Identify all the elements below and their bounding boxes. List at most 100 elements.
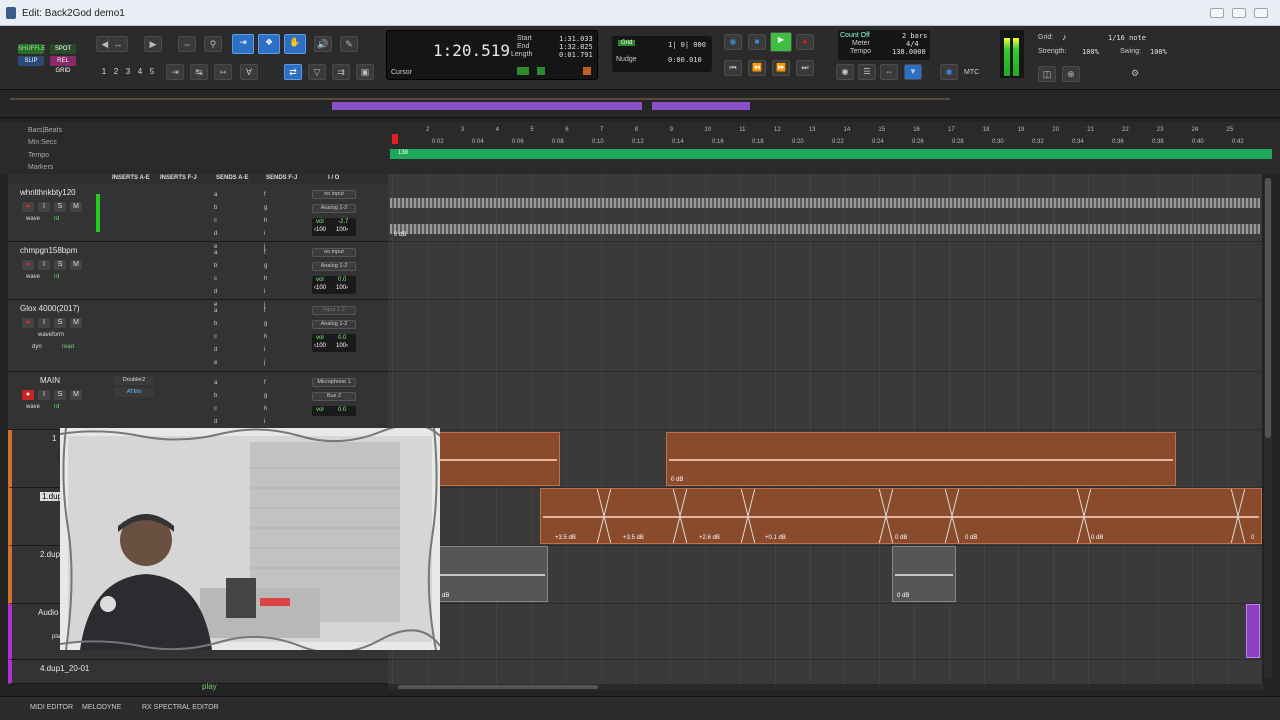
zoom-preset-4[interactable]: 4 [134, 66, 146, 78]
input-monitor-button[interactable]: I [38, 202, 50, 212]
crossfade[interactable] [879, 489, 893, 543]
track-name[interactable]: chmpgn158bpm [20, 246, 77, 255]
play-icon[interactable]: ▶ [770, 32, 792, 52]
send-slot-ae[interactable]: c [214, 218, 217, 224]
playhead-marker-icon[interactable] [392, 134, 398, 144]
main-counter[interactable]: 1:20.519 Start End Length 1:31.033 1:32.… [386, 30, 598, 80]
track-header[interactable]: chmpgn158bpm ● I S M wave rd no input An… [8, 242, 388, 300]
scroll-thumb[interactable] [1265, 178, 1271, 438]
automation-follow-icon[interactable]: ⇉ [332, 64, 350, 80]
mute-button[interactable]: M [70, 260, 82, 270]
output-selector[interactable]: Bus 2 [312, 392, 356, 401]
track-lane[interactable] [388, 300, 1262, 372]
zoom-preset-3[interactable]: 3 [122, 66, 134, 78]
input-monitor-button[interactable]: I [38, 260, 50, 270]
clip-gain[interactable]: 0 dB [965, 535, 977, 541]
start-value[interactable]: 1:31.033 [559, 35, 593, 43]
grid-value[interactable]: 1| 0| 000 [668, 41, 706, 49]
send-slot-ae[interactable]: c [214, 276, 217, 282]
return-to-zero-icon[interactable]: ⏮ [724, 60, 742, 76]
mute-button[interactable]: M [70, 202, 82, 212]
clip-gain[interactable]: 0 dB [1091, 535, 1103, 541]
fast-forward-icon[interactable]: ⏩ [772, 60, 790, 76]
meter-value[interactable]: 4/4 [906, 40, 919, 48]
edit-window-tracks[interactable]: 0 dB 0 dB +3.5 dB +3.5 dB +2.6 dB +0.1 d… [388, 174, 1262, 684]
send-slot-ae[interactable]: c [214, 406, 217, 412]
insert-slot-2[interactable]: ATEfx [114, 388, 154, 397]
pan-right[interactable]: 100› [336, 227, 348, 233]
send-slot-ae[interactable]: a [214, 250, 217, 256]
audio-clip[interactable]: 0 dB [432, 546, 548, 602]
clip-gain[interactable]: 0 dB [895, 535, 907, 541]
crossfade[interactable] [597, 489, 611, 543]
send-slot-fj[interactable]: i [264, 289, 265, 295]
close-button[interactable] [1254, 8, 1268, 18]
count-meter-tempo[interactable]: Count Off 2 bars Meter 4/4 Tempo 138.000… [838, 30, 930, 60]
io-header[interactable]: I / O [328, 175, 339, 181]
track-view[interactable]: waveform [38, 332, 64, 338]
minimize-button[interactable] [1210, 8, 1224, 18]
end-value[interactable]: 1:32.825 [559, 43, 593, 51]
send-slot-ae[interactable]: b [214, 393, 217, 399]
track-name[interactable]: 4.dup1_20-01 [40, 664, 89, 673]
send-slot-fj[interactable]: f [264, 308, 266, 314]
nudge-value[interactable]: 0:00.010 [668, 56, 702, 64]
vol-value[interactable]: 0.0 [338, 277, 346, 283]
vol-value[interactable]: -2.7 [338, 219, 348, 225]
track-view[interactable]: wave [26, 404, 40, 410]
tempo-lane[interactable] [390, 149, 1272, 159]
volume-pan-box[interactable]: vol 0.0 ‹100 100› [312, 334, 356, 352]
clip-gain[interactable]: +3.5 dB [623, 535, 644, 541]
send-slot-ae[interactable]: d [214, 289, 217, 295]
send-slot-fj[interactable]: h [264, 406, 267, 412]
track-lane[interactable] [388, 372, 1262, 430]
wait-for-note-icon[interactable]: ▼ [904, 64, 922, 80]
track-lane[interactable]: 0 dB 0 dB [388, 546, 1262, 604]
zoom-fit-icon[interactable]: ⊕ [1062, 66, 1080, 82]
crossfade[interactable] [1077, 489, 1091, 543]
vol-value[interactable]: 0.0 [338, 335, 346, 341]
zoom-preset-1[interactable]: 1 [98, 66, 110, 78]
record-icon[interactable]: ● [796, 34, 814, 50]
zoomer-tool-icon[interactable]: ⚲ [204, 36, 222, 52]
mute-button[interactable]: M [70, 390, 82, 400]
volume-pan-box[interactable]: vol 0.0 ‹100 100› [312, 276, 356, 294]
record-arm-button[interactable]: ● [22, 260, 34, 270]
tempo-marker[interactable]: 138 [398, 150, 408, 156]
rewind-icon[interactable]: ⏪ [748, 60, 766, 76]
solo-button[interactable]: S [54, 318, 66, 328]
grid-nudge-box[interactable]: Grid 1| 0| 000 Nudge 0:00.010 [612, 36, 712, 72]
send-slot-ae[interactable]: c [214, 334, 217, 340]
input-selector[interactable]: Input 1-2 [312, 306, 356, 315]
input-selector[interactable]: Microphone 1 [312, 378, 356, 387]
tempo-value[interactable]: 138.0000 [892, 48, 926, 56]
sends-ae-header[interactable]: SENDS A-E [216, 175, 248, 181]
send-slot-fj[interactable]: g [264, 393, 267, 399]
crossfade[interactable] [741, 489, 755, 543]
swing-value[interactable]: 100% [1150, 48, 1167, 56]
zoom-toggle-icon[interactable]: ⇔ [178, 36, 196, 52]
track-lane[interactable]: +3.5 dB +3.5 dB +2.6 dB +0.1 dB 0 dB 0 d… [388, 488, 1262, 546]
scrubber-tool-icon[interactable]: 🔊 [314, 36, 332, 52]
send-slot-ae[interactable]: d [214, 231, 217, 237]
automation-mode[interactable]: read [62, 344, 74, 350]
rel-grid-mode-button[interactable]: REL GRID [50, 56, 76, 74]
track-header[interactable]: 4.dup1_20-01 [8, 660, 388, 684]
send-slot-ae[interactable]: b [214, 205, 217, 211]
hscroll-thumb[interactable] [398, 685, 598, 689]
send-slot-ae[interactable]: b [214, 263, 217, 269]
record-arm-button[interactable]: ● [22, 318, 34, 328]
zoom-in-icon[interactable]: ▶ [144, 36, 162, 52]
automation-mode[interactable]: rd [54, 404, 59, 410]
send-slot-ae[interactable]: a [214, 380, 217, 386]
clip-gain[interactable]: 0 dB [897, 593, 909, 599]
clip-gain[interactable]: +0.1 dB [765, 535, 786, 541]
send-slot-fj[interactable]: j [264, 360, 265, 366]
length-value[interactable]: 0:01.791 [559, 51, 593, 59]
mirror-midi-icon[interactable]: ↹ [190, 64, 208, 80]
zoom-preset-5[interactable]: 5 [146, 66, 158, 78]
loop-icon[interactable] [583, 67, 591, 75]
track-header[interactable]: MAIN ● I S M wave rd Doubler2 ATEfx Micr… [8, 372, 388, 430]
send-slot-fj[interactable]: g [264, 321, 267, 327]
send-slot-fj[interactable]: i [264, 231, 265, 237]
